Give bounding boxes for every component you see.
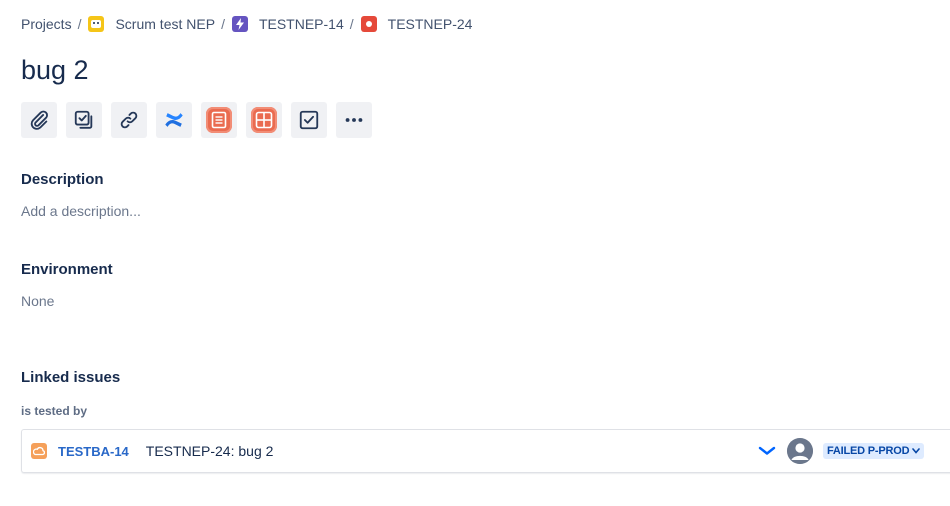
confluence-button[interactable] (156, 102, 192, 138)
issue-title[interactable]: bug 2 (21, 54, 89, 86)
app-report-button[interactable] (201, 102, 237, 138)
linked-issue-key[interactable]: TESTBA-14 (58, 444, 129, 459)
breadcrumb-projects-label: Projects (21, 16, 72, 32)
environment-field[interactable]: None (21, 293, 54, 309)
breadcrumb-separator: / (221, 16, 225, 32)
description-heading: Description (21, 171, 104, 188)
breadcrumb-issue-label: TESTNEP-24 (387, 16, 473, 32)
breadcrumb-epic[interactable]: TESTNEP-14 (231, 16, 344, 32)
breadcrumb-issue[interactable]: TESTNEP-24 (360, 16, 473, 32)
issue-toolbar (21, 102, 372, 138)
breadcrumb: Projects / Scrum test NEP / TESTNEP-14 /… (21, 14, 472, 34)
environment-heading: Environment (21, 261, 113, 278)
confluence-icon (165, 113, 183, 127)
app-grid-button[interactable] (246, 102, 282, 138)
breadcrumb-projects[interactable]: Projects (21, 16, 72, 32)
breadcrumb-separator: / (77, 16, 82, 32)
subtask-icon (74, 110, 93, 129)
assignee-avatar[interactable] (787, 438, 813, 464)
test-issue-type-icon (31, 443, 47, 459)
status-label: FAILED P-PROD (827, 445, 910, 457)
linked-issue-meta: FAILED P-PROD (758, 430, 925, 472)
status-dropdown[interactable]: FAILED P-PROD (823, 443, 925, 459)
priority-low-icon (758, 442, 776, 460)
checkbox-icon (299, 110, 319, 130)
link-icon (120, 111, 138, 129)
linked-issue-row[interactable]: TESTBA-14 TESTNEP-24: bug 2 FAILED P-PRO… (21, 429, 950, 473)
child-issue-button[interactable] (66, 102, 102, 138)
link-issue-button[interactable] (111, 102, 147, 138)
attach-button[interactable] (21, 102, 57, 138)
more-icon (345, 118, 363, 122)
bug-icon (360, 16, 377, 32)
description-field[interactable]: Add a description... (21, 203, 141, 219)
link-type-label: is tested by (21, 404, 88, 418)
chevron-down-icon (912, 445, 921, 457)
more-actions-button[interactable] (336, 102, 372, 138)
breadcrumb-separator: / (349, 16, 354, 32)
document-app-icon (206, 107, 232, 133)
breadcrumb-project[interactable]: Scrum test NEP (88, 16, 215, 32)
grid-app-icon (251, 107, 277, 133)
linked-issues-heading: Linked issues (21, 369, 121, 386)
checklist-button[interactable] (291, 102, 327, 138)
linked-issue-summary[interactable]: TESTNEP-24: bug 2 (146, 443, 274, 459)
paperclip-icon (30, 110, 48, 130)
epic-lightning-icon (231, 16, 248, 32)
breadcrumb-project-label: Scrum test NEP (115, 16, 216, 32)
project-avatar-icon (88, 16, 105, 32)
breadcrumb-epic-label: TESTNEP-14 (258, 16, 344, 32)
